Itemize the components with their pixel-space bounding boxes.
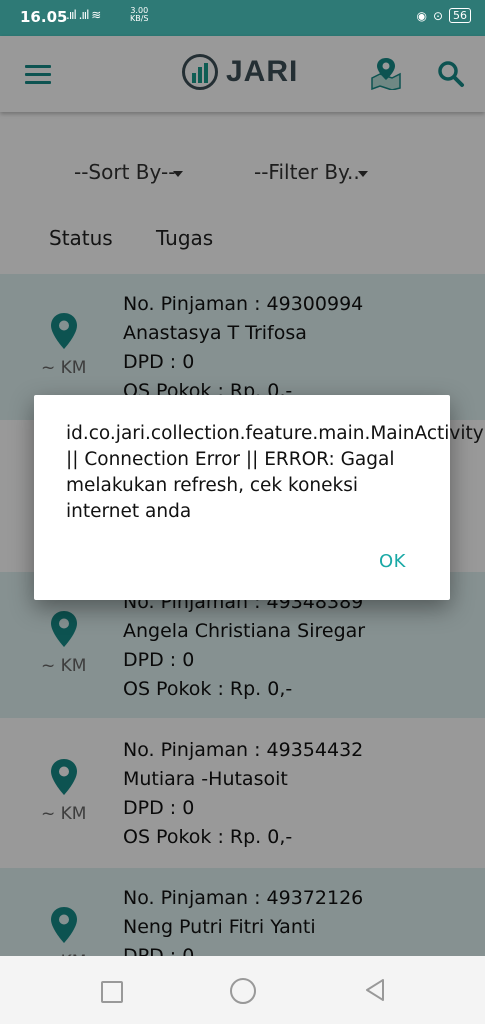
signal-icon: .ııl .ııl ≋ xyxy=(66,8,101,22)
status-right-icons: ◉ ⊙ 56 xyxy=(416,8,471,23)
network-speed-unit: KB/S xyxy=(130,14,149,23)
battery-icon: 56 xyxy=(449,8,471,23)
home-icon[interactable] xyxy=(230,978,256,1004)
ok-button[interactable]: OK xyxy=(379,551,406,572)
error-dialog: id.co.jari.collection.feature.main.MainA… xyxy=(34,395,484,600)
location-icon: ⊙ xyxy=(432,8,443,23)
status-bar: 16.05 .ııl .ııl ≋ 3.00 KB/S ◉ ⊙ 56 xyxy=(0,0,485,36)
system-nav-bar xyxy=(0,956,485,1024)
lock-icon: ◉ xyxy=(416,8,427,23)
status-time: 16.05 xyxy=(20,8,68,26)
dialog-message: id.co.jari.collection.feature.main.MainA… xyxy=(66,423,484,522)
back-icon[interactable] xyxy=(364,978,386,1002)
network-speed: 3.00 KB/S xyxy=(130,7,149,23)
recent-apps-icon[interactable] xyxy=(101,981,123,1003)
